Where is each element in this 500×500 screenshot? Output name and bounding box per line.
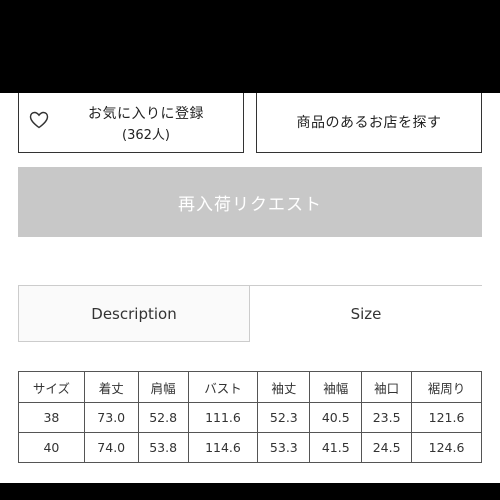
size-table: サイズ 着丈 肩幅 バスト 袖丈 袖幅 袖口 裾周り 38 73.0 52.8 … [18, 371, 482, 463]
table-cell: 38 [18, 402, 85, 433]
table-cell: 40 [18, 432, 85, 463]
restock-request-button[interactable]: 再入荷リクエスト [18, 167, 482, 237]
header-cell: 裾周り [411, 371, 482, 403]
table-cell: 121.6 [411, 402, 482, 433]
header-cell: 袖口 [361, 371, 413, 403]
table-cell: 111.6 [187, 402, 259, 433]
table-cell: 74.0 [83, 432, 139, 463]
header-cell: 着丈 [83, 371, 139, 403]
add-to-favorites-button[interactable]: お気に入りに登録 (362人) [18, 93, 244, 153]
table-cell: 73.0 [83, 402, 139, 433]
header-cell: サイズ [18, 371, 85, 403]
favorite-count: (362人) [122, 128, 170, 143]
favorite-label: お気に入りに登録 [88, 106, 204, 122]
product-tabs: Description Size [18, 285, 482, 342]
tab-size[interactable]: Size [250, 285, 482, 342]
tab-description[interactable]: Description [18, 285, 250, 342]
table-cell: 24.5 [361, 432, 413, 463]
table-cell: 52.3 [257, 402, 311, 433]
table-row: 40 74.0 53.8 114.6 53.3 41.5 24.5 124.6 [18, 432, 482, 463]
header-cell: 肩幅 [137, 371, 189, 403]
table-cell: 53.8 [137, 432, 189, 463]
header-cell: バスト [187, 371, 259, 403]
table-cell: 40.5 [309, 402, 363, 433]
table-row: 38 73.0 52.8 111.6 52.3 40.5 23.5 121.6 [18, 402, 482, 433]
header-cell: 袖幅 [309, 371, 363, 403]
table-cell: 53.3 [257, 432, 311, 463]
action-button-row: お気に入りに登録 (362人) 商品のあるお店を探す [0, 93, 500, 155]
table-cell: 124.6 [411, 432, 482, 463]
table-cell: 41.5 [309, 432, 363, 463]
heart-outline-icon [29, 111, 49, 129]
table-cell: 114.6 [187, 432, 259, 463]
product-page: お気に入りに登録 (362人) 商品のあるお店を探す 再入荷リクエスト Desc… [0, 93, 500, 483]
table-cell: 23.5 [361, 402, 413, 433]
size-table-header-row: サイズ 着丈 肩幅 バスト 袖丈 袖幅 袖口 裾周り [18, 371, 482, 403]
table-cell: 52.8 [137, 402, 189, 433]
find-store-button[interactable]: 商品のあるお店を探す [256, 93, 482, 153]
header-cell: 袖丈 [257, 371, 311, 403]
